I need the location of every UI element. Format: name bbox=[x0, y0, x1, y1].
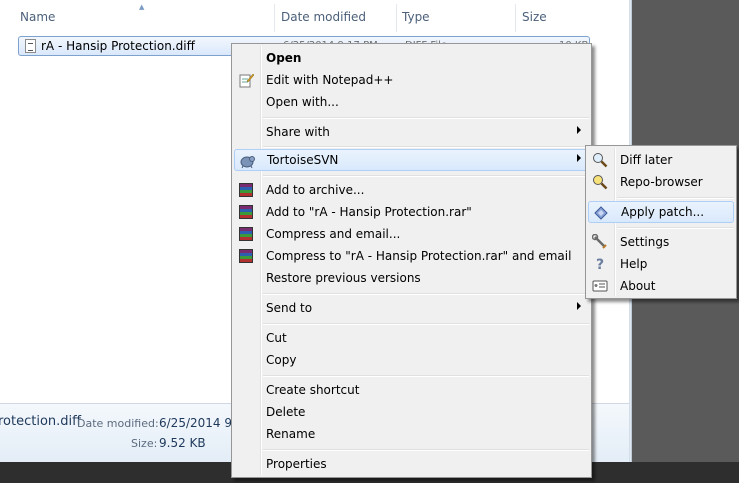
menu-item-tortoisesvn[interactable]: TortoiseSVN bbox=[234, 149, 589, 171]
menu-item-label: Rename bbox=[266, 427, 316, 441]
menu-item-delete[interactable]: Delete bbox=[234, 401, 589, 423]
menu-item-label: Delete bbox=[266, 405, 306, 419]
menu-item-create-shortcut[interactable]: Create shortcut bbox=[234, 379, 589, 401]
menu-item-label: Copy bbox=[266, 353, 297, 367]
tortoisesvn-icon bbox=[240, 156, 255, 169]
menu-item-label: Compress to "rA - Hansip Protection.rar"… bbox=[266, 249, 572, 263]
winrar-icon bbox=[239, 183, 253, 197]
file-name: rA - Hansip Protection.diff bbox=[41, 39, 195, 53]
menu-item-label: TortoiseSVN bbox=[267, 153, 339, 167]
svg-text:?: ? bbox=[596, 257, 604, 272]
column-header-row: ▲ Name Date modified Type Size bbox=[0, 0, 629, 32]
submenu-arrow-icon bbox=[577, 302, 581, 310]
menu-item-label: Help bbox=[620, 257, 648, 271]
menu-item-restore-previous[interactable]: Restore previous versions bbox=[234, 267, 589, 289]
sort-ascending-icon: ▲ bbox=[139, 3, 145, 11]
menu-separator bbox=[263, 449, 589, 451]
column-divider[interactable] bbox=[396, 4, 397, 32]
context-menu: Open Edit with Notepad++ Open with... Sh… bbox=[231, 43, 592, 478]
column-header-type[interactable]: Type bbox=[402, 10, 430, 24]
column-header-date-modified[interactable]: Date modified bbox=[281, 10, 366, 24]
menu-item-compress-rar-email[interactable]: Compress to "rA - Hansip Protection.rar"… bbox=[234, 245, 589, 267]
menu-item-rename[interactable]: Rename bbox=[234, 423, 589, 445]
menu-item-label: Properties bbox=[266, 457, 327, 471]
menu-item-label: Restore previous versions bbox=[266, 271, 421, 285]
menu-item-add-to-archive[interactable]: Add to archive... bbox=[234, 179, 589, 201]
menu-item-label: Apply patch... bbox=[621, 205, 705, 219]
submenu-arrow-icon bbox=[577, 126, 581, 134]
menu-item-label: Open with... bbox=[266, 95, 339, 109]
magnifier-diff-icon bbox=[593, 153, 608, 168]
details-size-value: 9.52 KB bbox=[159, 436, 206, 450]
menu-item-compress-email[interactable]: Compress and email... bbox=[234, 223, 589, 245]
menu-item-add-to-rar[interactable]: Add to "rA - Hansip Protection.rar" bbox=[234, 201, 589, 223]
repo-browser-icon bbox=[593, 175, 608, 190]
diff-file-icon bbox=[25, 39, 36, 53]
menu-item-label: Create shortcut bbox=[266, 383, 360, 397]
menu-item-label: Diff later bbox=[620, 153, 673, 167]
details-date-label: Date modified: bbox=[77, 417, 159, 430]
submenu-item-repo-browser[interactable]: Repo-browser bbox=[588, 171, 734, 193]
submenu-item-help[interactable]: ? Help bbox=[588, 253, 734, 275]
menu-item-open-with[interactable]: Open with... bbox=[234, 91, 589, 113]
menu-item-label: Settings bbox=[620, 235, 670, 249]
menu-separator bbox=[617, 197, 734, 199]
help-icon: ? bbox=[596, 257, 604, 272]
column-header-name[interactable]: Name bbox=[20, 10, 55, 24]
details-filename: rotection.diff bbox=[0, 414, 82, 429]
menu-item-label: Add to archive... bbox=[266, 183, 365, 197]
menu-item-label: Cut bbox=[266, 331, 287, 345]
menu-item-label: Send to bbox=[266, 301, 313, 315]
menu-item-label: Edit with Notepad++ bbox=[266, 73, 394, 87]
menu-item-label: About bbox=[620, 279, 656, 293]
winrar-icon bbox=[239, 205, 253, 219]
column-header-size[interactable]: Size bbox=[522, 10, 547, 24]
notepadpp-icon bbox=[239, 73, 254, 88]
menu-item-open[interactable]: Open bbox=[234, 47, 589, 69]
submenu-item-diff-later[interactable]: Diff later bbox=[588, 149, 734, 171]
about-icon bbox=[592, 280, 608, 292]
menu-separator bbox=[263, 117, 589, 119]
menu-separator bbox=[263, 175, 589, 177]
apply-patch-icon bbox=[594, 206, 608, 220]
menu-item-label: Repo-browser bbox=[620, 175, 703, 189]
submenu-arrow-icon bbox=[577, 154, 581, 162]
menu-separator bbox=[617, 227, 734, 229]
details-size-label: Size: bbox=[131, 437, 158, 450]
settings-wrench-icon bbox=[592, 234, 607, 249]
menu-item-share-with[interactable]: Share with bbox=[234, 121, 589, 143]
menu-separator bbox=[263, 323, 589, 325]
menu-item-edit-notepadpp[interactable]: Edit with Notepad++ bbox=[234, 69, 589, 91]
submenu-item-about[interactable]: About bbox=[588, 275, 734, 297]
tortoisesvn-submenu: Diff later Repo-browser Apply patch... S… bbox=[585, 145, 737, 299]
menu-item-label: Compress and email... bbox=[266, 227, 401, 241]
column-divider[interactable] bbox=[274, 4, 275, 32]
menu-item-properties[interactable]: Properties bbox=[234, 453, 589, 475]
menu-item-copy[interactable]: Copy bbox=[234, 349, 589, 371]
menu-item-cut[interactable]: Cut bbox=[234, 327, 589, 349]
menu-item-send-to[interactable]: Send to bbox=[234, 297, 589, 319]
menu-item-label: Add to "rA - Hansip Protection.rar" bbox=[266, 205, 472, 219]
submenu-item-settings[interactable]: Settings bbox=[588, 231, 734, 253]
menu-separator bbox=[263, 375, 589, 377]
menu-item-label: Share with bbox=[266, 125, 330, 139]
menu-separator bbox=[263, 293, 589, 295]
menu-item-label: Open bbox=[266, 51, 302, 65]
submenu-item-apply-patch[interactable]: Apply patch... bbox=[588, 201, 734, 223]
winrar-icon bbox=[239, 249, 253, 263]
column-divider[interactable] bbox=[515, 4, 516, 32]
menu-separator bbox=[263, 146, 589, 148]
winrar-icon bbox=[239, 227, 253, 241]
